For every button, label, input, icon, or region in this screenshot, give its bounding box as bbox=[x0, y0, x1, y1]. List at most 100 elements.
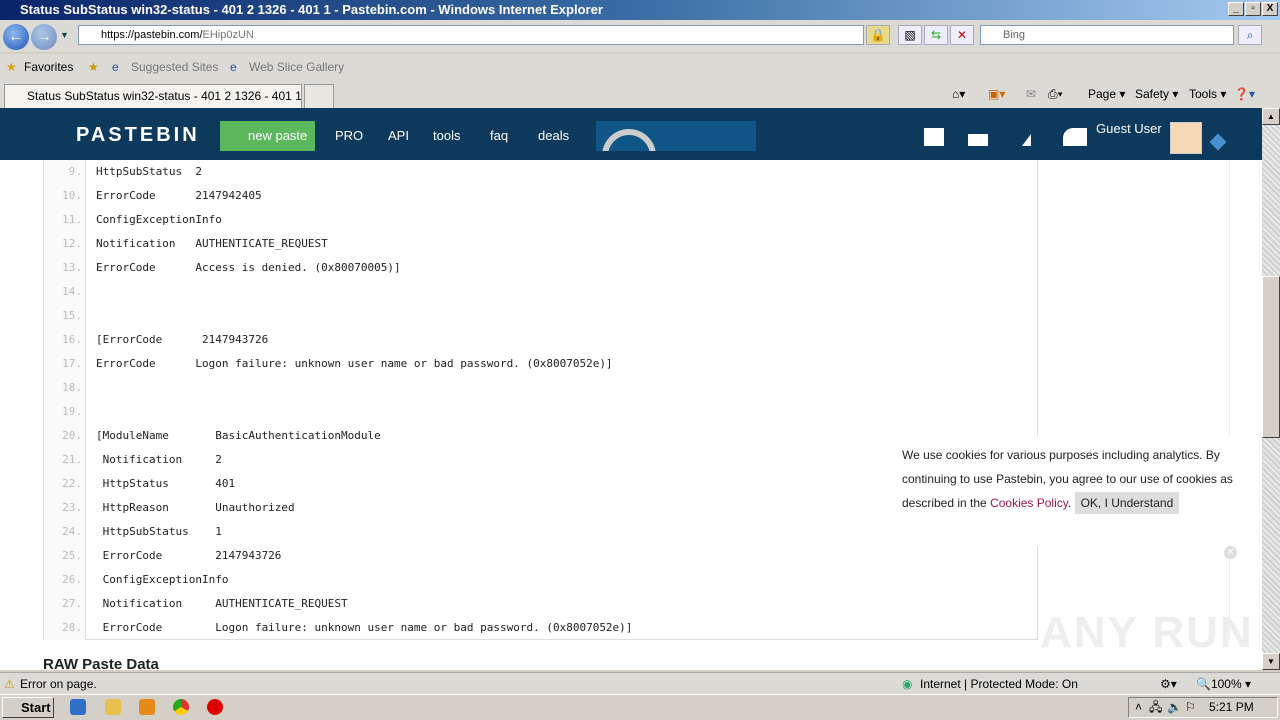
safety-menu[interactable]: Safety ▾ bbox=[1135, 86, 1178, 102]
url-path: EHip0zUN bbox=[202, 29, 254, 41]
mail-icon[interactable]: ✉ bbox=[1026, 86, 1036, 102]
code-line: 23. HttpReason Unauthorized bbox=[44, 496, 1039, 520]
internet-explorer-icon[interactable] bbox=[70, 699, 86, 715]
protected-mode-icon[interactable]: ⚙▾ bbox=[1160, 673, 1177, 695]
safety-label: Safety bbox=[1135, 87, 1170, 101]
site-search-input[interactable] bbox=[596, 121, 756, 151]
web-slice-gallery-link[interactable]: Web Slice Gallery bbox=[249, 54, 344, 80]
line-number: 21. bbox=[62, 453, 82, 466]
code-line: 20. [ModuleName BasicAuthenticationModule bbox=[44, 424, 1039, 448]
page-menu[interactable]: Page ▾ bbox=[1088, 86, 1125, 102]
opera-icon[interactable] bbox=[207, 699, 223, 715]
line-number: 19. bbox=[62, 405, 82, 418]
media-player-icon[interactable] bbox=[139, 699, 155, 715]
code-line: 10. ErrorCode 2147942405 bbox=[44, 184, 1039, 208]
recent-pages-dropdown[interactable]: ▼ bbox=[60, 30, 69, 40]
scroll-up-button[interactable]: ▲ bbox=[1262, 108, 1280, 125]
add-favorite-icon[interactable]: ★ bbox=[88, 54, 99, 80]
window-title: Status SubStatus win32-status - 401 2 13… bbox=[20, 2, 603, 17]
network-icon[interactable]: 🖧 bbox=[1149, 698, 1162, 717]
home-icon[interactable]: ⌂▾ bbox=[952, 86, 965, 102]
line-number: 11. bbox=[62, 213, 82, 226]
close-icon[interactable]: ✕ bbox=[1224, 546, 1237, 559]
nav-pro[interactable]: PRO bbox=[335, 121, 363, 151]
lock-icon[interactable]: 🔒 bbox=[866, 25, 890, 45]
page-label: Page bbox=[1088, 87, 1117, 101]
browser-tab[interactable]: Status SubStatus win32-status - 401 2 13… bbox=[4, 84, 302, 108]
paste-icon[interactable] bbox=[924, 128, 944, 146]
window-title-bar: Status SubStatus win32-status - 401 2 13… bbox=[0, 0, 1280, 20]
chrome-icon[interactable] bbox=[173, 699, 189, 715]
code-line: 11. ConfigExceptionInfo bbox=[44, 208, 1039, 232]
code-line: 17. ErrorCode Logon failure: unknown user… bbox=[44, 352, 1039, 376]
vertical-scrollbar[interactable]: ▲ ▼ bbox=[1262, 108, 1280, 670]
tools-menu[interactable]: Tools ▾ bbox=[1189, 86, 1226, 102]
code-line: 27. Notification AUTHENTICATE_REQUEST bbox=[44, 592, 1039, 616]
settings-icon[interactable] bbox=[1063, 128, 1087, 146]
code-line: 9. HttpSubStatus 2 bbox=[44, 160, 1039, 184]
close-window-button[interactable]: X bbox=[1262, 2, 1278, 16]
show-hidden-icons[interactable]: ˄ bbox=[1135, 698, 1142, 717]
pastebin-logo[interactable]: PASTEBIN bbox=[76, 124, 200, 147]
print-icon[interactable]: ⎙▾ bbox=[1048, 86, 1063, 102]
code-text: Notification AUTHENTICATE_REQUEST bbox=[96, 237, 328, 250]
nav-api[interactable]: API bbox=[388, 121, 409, 151]
code-text: Notification AUTHENTICATE_REQUEST bbox=[96, 597, 348, 610]
search-icon[interactable]: ⌕ bbox=[1238, 25, 1262, 45]
back-button[interactable]: ← bbox=[3, 24, 29, 50]
code-line: 24. HttpSubStatus 1 bbox=[44, 520, 1039, 544]
search-input[interactable]: Bing bbox=[980, 25, 1234, 45]
stop-icon[interactable]: ✕ bbox=[950, 25, 974, 45]
help-icon[interactable]: ❓▾ bbox=[1234, 86, 1255, 102]
security-zone[interactable]: Internet | Protected Mode: On bbox=[920, 673, 1078, 695]
code-text: HttpStatus 401 bbox=[96, 477, 236, 490]
line-number: 9. bbox=[68, 165, 82, 178]
cookies-policy-link[interactable]: Cookies Policy bbox=[990, 496, 1068, 510]
paste-code-view: 9. HttpSubStatus 2 10. ErrorCode 2147942405… bbox=[43, 160, 1038, 640]
guest-user-label[interactable]: Guest User bbox=[1096, 121, 1162, 136]
new-paste-button[interactable]: new paste bbox=[220, 121, 315, 151]
zoom-level[interactable]: 🔍100% ▾ bbox=[1196, 673, 1251, 695]
scroll-thumb[interactable] bbox=[1262, 276, 1280, 438]
compatibility-view-icon[interactable]: ▧ bbox=[898, 25, 922, 45]
cookie-text-end: . bbox=[1067, 496, 1072, 510]
code-text: ErrorCode 2147942405 bbox=[96, 189, 262, 202]
address-bar[interactable]: https://pastebin.com/EHip0zUN bbox=[78, 25, 864, 45]
user-menu-icon[interactable] bbox=[1209, 133, 1227, 151]
status-message[interactable]: Error on page. bbox=[20, 673, 97, 695]
line-number: 15. bbox=[62, 309, 82, 322]
forward-button[interactable]: → bbox=[31, 24, 57, 50]
code-line: 13. ErrorCode Access is denied. (0x800700… bbox=[44, 256, 1039, 280]
scroll-down-button[interactable]: ▼ bbox=[1262, 653, 1280, 670]
nav-faq[interactable]: faq bbox=[490, 121, 508, 151]
feeds-icon[interactable]: ▣▾ bbox=[988, 86, 1005, 102]
cookie-accept-button[interactable]: OK, I Understand bbox=[1074, 492, 1180, 514]
ie-icon: e bbox=[112, 60, 119, 74]
avatar[interactable] bbox=[1170, 122, 1202, 154]
favorites-button[interactable]: Favorites bbox=[24, 54, 73, 80]
right-sidebar bbox=[1040, 160, 1230, 640]
warning-icon[interactable]: ⚠ bbox=[4, 673, 15, 695]
messages-icon[interactable] bbox=[968, 134, 988, 146]
alerts-icon[interactable] bbox=[1022, 134, 1031, 146]
start-button[interactable]: Start bbox=[2, 697, 54, 718]
suggested-sites-link[interactable]: Suggested Sites bbox=[131, 54, 218, 80]
explorer-icon[interactable] bbox=[105, 699, 121, 715]
url-host: https://pastebin.com/ bbox=[101, 29, 203, 41]
new-tab-button[interactable] bbox=[304, 84, 334, 108]
line-number: 26. bbox=[62, 573, 82, 586]
action-center-flag-icon[interactable]: ⚐ bbox=[1185, 698, 1196, 717]
restore-button[interactable]: ▫ bbox=[1245, 2, 1261, 16]
code-text: HttpReason Unauthorized bbox=[96, 501, 295, 514]
line-number: 16. bbox=[62, 333, 82, 346]
code-text: ConfigExceptionInfo bbox=[96, 573, 229, 586]
nav-tools[interactable]: tools bbox=[433, 121, 460, 151]
line-number: 13. bbox=[62, 261, 82, 274]
minimize-button[interactable]: _ bbox=[1228, 2, 1244, 16]
volume-icon[interactable]: 🔈 bbox=[1167, 698, 1182, 717]
clock[interactable]: 5:21 PM bbox=[1209, 698, 1254, 717]
refresh-icon[interactable]: ⇆ bbox=[924, 25, 948, 45]
line-number: 27. bbox=[62, 597, 82, 610]
code-line: 16. [ErrorCode 2147943726 bbox=[44, 328, 1039, 352]
nav-deals[interactable]: deals bbox=[538, 121, 569, 151]
